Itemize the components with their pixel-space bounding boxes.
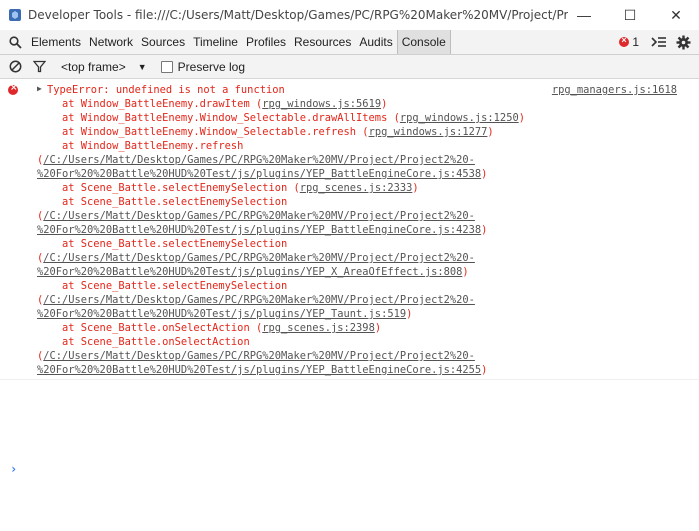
stack-text: ) — [374, 322, 382, 334]
error-icon — [619, 35, 630, 47]
gear-icon[interactable] — [671, 31, 695, 53]
minimize-button[interactable]: — — [561, 0, 607, 30]
stack-source-link[interactable]: %20For%20%20Battle%20HUD%20Test/js/plugi… — [37, 308, 406, 320]
stack-text: at Scene_Battle.selectEnemySelection — [37, 238, 288, 250]
stack-text: at Scene_Battle.onSelectAction — [37, 336, 250, 348]
tab-bar-right: 1 — [619, 30, 699, 54]
stack-line: (/C:/Users/Matt/Desktop/Games/PC/RPG%20M… — [37, 209, 699, 223]
stack-source-link[interactable]: /C:/Users/Matt/Desktop/Games/PC/RPG%20Ma… — [43, 154, 475, 166]
stack-text: at Window_BattleEnemy.Window_Selectable.… — [37, 112, 400, 124]
stack-text: at Scene_Battle.selectEnemySelection ( — [37, 182, 300, 194]
stack-line: %20For%20%20Battle%20HUD%20Test/js/plugi… — [37, 223, 699, 237]
tab-profiles[interactable]: Profiles — [242, 30, 290, 54]
stack-line: (/C:/Users/Matt/Desktop/Games/PC/RPG%20M… — [37, 349, 699, 363]
stack-text: at Scene_Battle.onSelectAction ( — [37, 322, 263, 334]
error-counter[interactable]: 1 — [619, 35, 639, 49]
stack-line: at Scene_Battle.selectEnemySelection — [37, 195, 699, 209]
window-title: Developer Tools - file:///C:/Users/Matt/… — [28, 8, 568, 22]
stack-line: (/C:/Users/Matt/Desktop/Games/PC/RPG%20M… — [37, 251, 699, 265]
stack-source-link[interactable]: rpg_scenes.js:2398 — [262, 322, 375, 334]
stack-text: ) — [381, 98, 388, 110]
preserve-log-toggle[interactable]: Preserve log — [160, 59, 246, 74]
maximize-button[interactable]: ☐ — [607, 0, 653, 30]
stack-line: at Scene_Battle.selectEnemySelection — [37, 279, 699, 293]
stack-line: %20For%20%20Battle%20HUD%20Test/js/plugi… — [37, 167, 699, 181]
stack-text: ) — [518, 112, 525, 124]
stack-text: ) — [406, 308, 413, 320]
stack-text: at Scene_Battle.selectEnemySelection — [37, 280, 288, 292]
stack-text: at Window_BattleEnemy.refresh — [37, 140, 244, 152]
tab-audits[interactable]: Audits — [355, 30, 396, 54]
stack-text: ) — [462, 266, 469, 278]
devtools-app-icon — [8, 8, 22, 22]
stack-text: at Window_BattleEnemy.drawItem ( — [37, 98, 263, 110]
tab-elements[interactable]: Elements — [27, 30, 85, 54]
stack-line: at Window_BattleEnemy.Window_Selectable.… — [37, 125, 699, 139]
stack-text: at Window_BattleEnemy.Window_Selectable.… — [37, 126, 369, 138]
stack-trace: TypeError: undefined is not a function a… — [37, 83, 699, 377]
stack-text: ) — [481, 224, 488, 236]
stack-source-link[interactable]: /C:/Users/Matt/Desktop/Games/PC/RPG%20Ma… — [43, 210, 475, 222]
drawer-toggle-icon[interactable] — [647, 31, 671, 53]
clear-console-icon[interactable] — [3, 56, 27, 78]
stack-source-link[interactable]: /C:/Users/Matt/Desktop/Games/PC/RPG%20Ma… — [43, 350, 475, 362]
title-bar: Developer Tools - file:///C:/Users/Matt/… — [0, 0, 699, 30]
error-icon — [8, 83, 18, 95]
stack-line: at Window_BattleEnemy.refresh — [37, 139, 699, 153]
error-message: ▶ rpg_managers.js:1618 TypeError: undefi… — [0, 79, 699, 380]
stack-source-link[interactable]: /C:/Users/Matt/Desktop/Games/PC/RPG%20Ma… — [43, 252, 475, 264]
tab-console[interactable]: Console — [396, 30, 451, 54]
stack-line: (/C:/Users/Matt/Desktop/Games/PC/RPG%20M… — [37, 153, 699, 167]
stack-source-link[interactable]: rpg_windows.js:1277 — [369, 126, 488, 138]
stack-line: (/C:/Users/Matt/Desktop/Games/PC/RPG%20M… — [37, 293, 699, 307]
error-source-link[interactable]: rpg_managers.js:1618 — [552, 83, 677, 97]
stack-text: at Scene_Battle.selectEnemySelection — [37, 196, 288, 208]
panel-tab-bar: Elements Network Sources Timeline Profil… — [0, 30, 699, 55]
tab-timeline[interactable]: Timeline — [189, 30, 242, 54]
stack-text: ) — [412, 182, 419, 194]
stack-line: %20For%20%20Battle%20HUD%20Test/js/plugi… — [37, 265, 699, 279]
preserve-log-label: Preserve log — [177, 59, 246, 74]
console-prompt-icon[interactable]: › — [10, 462, 17, 476]
stack-line: at Window_BattleEnemy.Window_Selectable.… — [37, 111, 699, 125]
error-count-value: 1 — [632, 35, 639, 49]
chevron-down-icon: ▼ — [137, 61, 147, 72]
stack-line: %20For%20%20Battle%20HUD%20Test/js/plugi… — [37, 307, 699, 321]
filter-icon[interactable] — [27, 56, 51, 78]
stack-line: %20For%20%20Battle%20HUD%20Test/js/plugi… — [37, 363, 699, 377]
preserve-log-checkbox[interactable] — [160, 60, 173, 73]
frame-selector[interactable]: <top frame> ▼ — [61, 60, 147, 74]
console-output: ▶ rpg_managers.js:1618 TypeError: undefi… — [0, 79, 699, 531]
tab-resources[interactable]: Resources — [290, 30, 355, 54]
stack-line: at Scene_Battle.onSelectAction — [37, 335, 699, 349]
frame-selector-label: <top frame> — [61, 59, 126, 74]
stack-text: ) — [481, 364, 488, 376]
tab-sources[interactable]: Sources — [137, 30, 189, 54]
stack-source-link[interactable]: %20For%20%20Battle%20HUD%20Test/js/plugi… — [37, 168, 481, 180]
stack-source-link[interactable]: rpg_windows.js:1250 — [400, 112, 519, 124]
stack-line: at Scene_Battle.onSelectAction (rpg_scen… — [37, 321, 699, 335]
stack-source-link[interactable]: /C:/Users/Matt/Desktop/Games/PC/RPG%20Ma… — [43, 294, 475, 306]
stack-source-link[interactable]: %20For%20%20Battle%20HUD%20Test/js/plugi… — [37, 364, 481, 376]
stack-source-link[interactable]: rpg_scenes.js:2333 — [300, 182, 413, 194]
console-toolbar: <top frame> ▼ Preserve log — [0, 55, 699, 79]
stack-source-link[interactable]: rpg_windows.js:5619 — [262, 98, 381, 110]
stack-text: TypeError: undefined is not a function — [47, 84, 285, 96]
stack-text: ) — [481, 168, 488, 180]
expand-triangle-icon[interactable]: ▶ — [37, 84, 42, 93]
stack-source-link[interactable]: %20For%20%20Battle%20HUD%20Test/js/plugi… — [37, 224, 481, 236]
stack-source-link[interactable]: %20For%20%20Battle%20HUD%20Test/js/plugi… — [37, 266, 462, 278]
search-icon[interactable] — [3, 30, 27, 54]
close-window-button[interactable]: ✕ — [653, 0, 699, 30]
stack-line: at Window_BattleEnemy.drawItem (rpg_wind… — [37, 97, 699, 111]
stack-line: at Scene_Battle.selectEnemySelection — [37, 237, 699, 251]
stack-text: ) — [487, 126, 494, 138]
stack-line: at Scene_Battle.selectEnemySelection (rp… — [37, 181, 699, 195]
tab-network[interactable]: Network — [85, 30, 137, 54]
